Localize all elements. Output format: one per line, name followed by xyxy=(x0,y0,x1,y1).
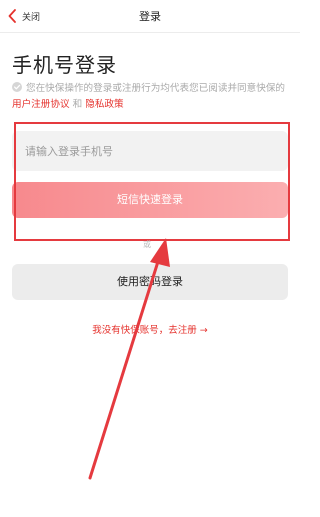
user-agreement-link[interactable]: 用户注册协议 xyxy=(12,99,70,110)
register-link[interactable]: 我没有快保账号，去注册 → xyxy=(0,322,300,336)
privacy-policy-link[interactable]: 隐私政策 xyxy=(85,99,123,110)
phone-number-input[interactable] xyxy=(12,131,288,171)
agreement-notice: 您在快保操作的登录或注册行为均代表您已阅读并同意快保的 用户注册协议 和 隐私政… xyxy=(12,81,294,113)
or-divider-text: 或 xyxy=(143,240,151,249)
password-login-button[interactable]: 使用密码登录 xyxy=(12,264,288,300)
nav-title: 登录 xyxy=(139,10,161,23)
nav-divider xyxy=(0,32,300,33)
agreement-text-before: 您在快保操作的登录或注册行为均代表您已阅读并同意快保的 xyxy=(26,83,286,94)
sms-login-button[interactable]: 短信快速登录 xyxy=(12,182,288,218)
page-title: 手机号登录 xyxy=(12,53,117,77)
agreement-text: 您在快保操作的登录或注册行为均代表您已阅读并同意快保的 用户注册协议 和 隐私政… xyxy=(12,81,294,113)
top-nav-bar: 关闭 登录 xyxy=(0,0,300,32)
check-circle-icon xyxy=(13,84,21,90)
agreement-checkbox[interactable] xyxy=(12,82,22,92)
agreement-text-and: 和 xyxy=(69,99,86,110)
